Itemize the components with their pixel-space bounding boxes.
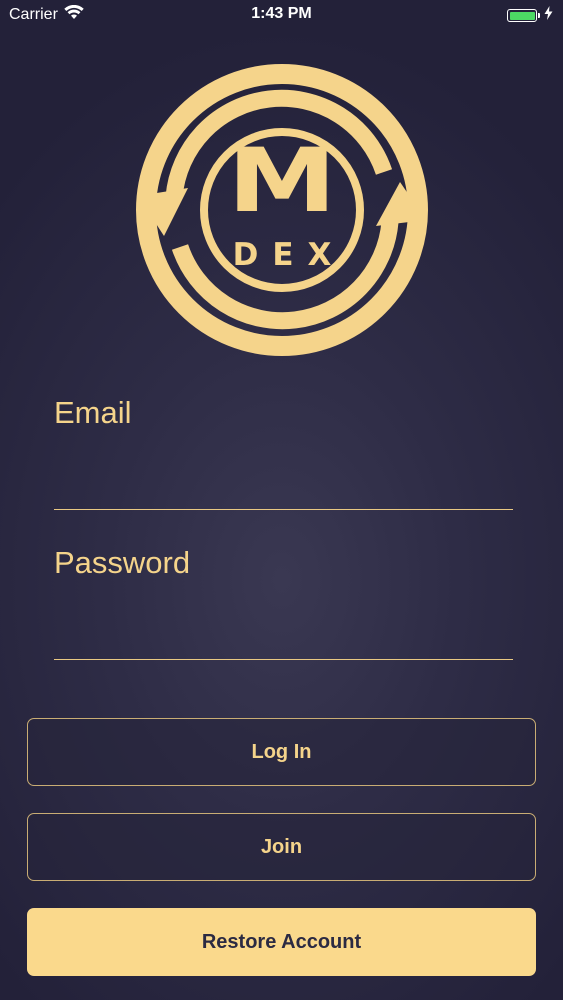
status-bar: Carrier 1:43 PM bbox=[0, 0, 563, 30]
charging-bolt-icon bbox=[544, 6, 553, 25]
status-right bbox=[507, 6, 553, 25]
logo-word: DEX bbox=[232, 237, 346, 273]
email-field-group: Email bbox=[54, 397, 513, 510]
app-logo: M DEX bbox=[134, 62, 430, 358]
login-button[interactable]: Log In bbox=[27, 718, 536, 786]
battery-level bbox=[509, 11, 535, 20]
password-field[interactable] bbox=[54, 628, 513, 660]
status-time: 1:43 PM bbox=[251, 5, 312, 22]
password-field-group: Password bbox=[54, 547, 513, 660]
logo-letter: M bbox=[227, 129, 337, 232]
email-label: Email bbox=[54, 395, 132, 430]
battery-cap bbox=[538, 13, 540, 18]
email-field[interactable] bbox=[54, 478, 513, 510]
restore-account-button[interactable]: Restore Account bbox=[27, 908, 536, 976]
join-button[interactable]: Join bbox=[27, 813, 536, 881]
password-label: Password bbox=[54, 545, 191, 580]
battery-icon bbox=[507, 9, 537, 22]
